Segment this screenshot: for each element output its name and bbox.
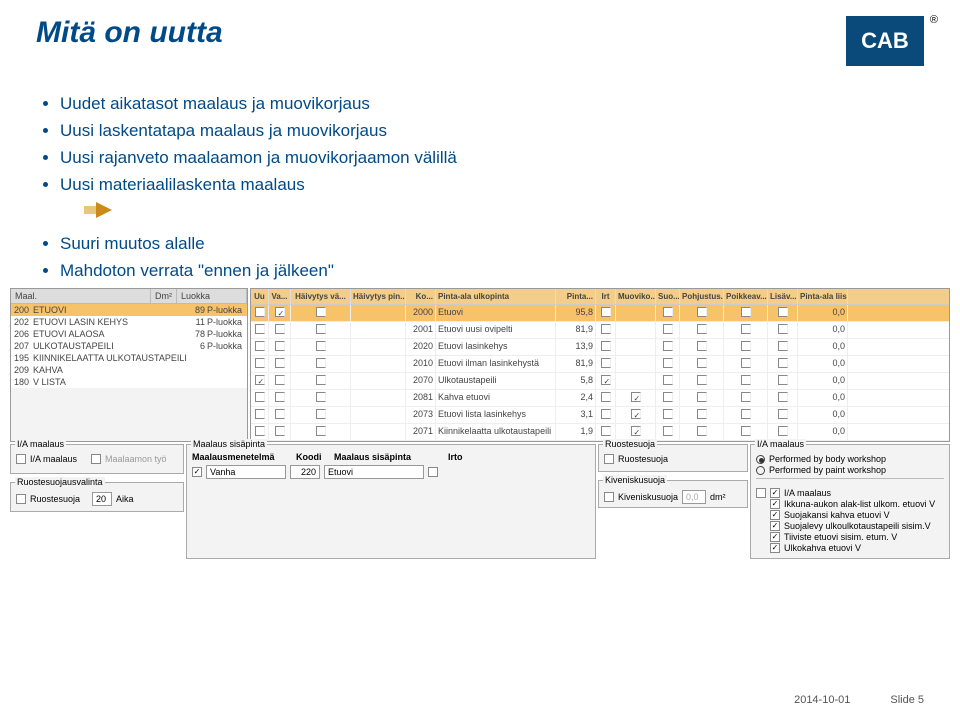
rs-checkbox[interactable]: [16, 494, 26, 504]
bullet-item: Suuri muutos alalle: [60, 234, 924, 254]
screenshot-area: Maal. Dm² Luokka 200ETUOVI89P-luokka202E…: [10, 288, 950, 442]
checklist-item[interactable]: ✓Tiiviste etuovi sisim. etum. V: [770, 532, 944, 542]
list-item[interactable]: 206ETUOVI ALAOSA78P-luokka: [11, 328, 247, 340]
list-item[interactable]: 207ULKOTAUSTAPEILI6P-luokka: [11, 340, 247, 352]
list-item[interactable]: 180V LISTA: [11, 376, 247, 388]
table-row[interactable]: 2073Etuovi lista lasinkehys3,1✓0,0: [251, 407, 949, 424]
table-row[interactable]: 2020Etuovi lasinkehys13,90,0: [251, 339, 949, 356]
checklist-item[interactable]: ✓Ikkuna-aukon alak-list ulkom. etuovi V: [770, 499, 944, 509]
bullet-item: Uusi materiaalilaskenta maalaus: [60, 175, 924, 195]
table-row[interactable]: 2071Kiinnikelaatta ulkotaustapeili1,9✓0,…: [251, 424, 949, 441]
list-item[interactable]: 202ETUOVI LASIN KEHYS11P-luokka: [11, 316, 247, 328]
bullet-item: Uusi rajanveto maalaamon ja muovikorjaam…: [60, 148, 924, 168]
checklist-item[interactable]: ✓Ulkokahva etuovi V: [770, 543, 944, 553]
registered-icon: ®: [930, 14, 938, 26]
ia-checkbox[interactable]: [16, 454, 26, 464]
checklist-item[interactable]: ✓Suojakansi kahva etuovi V: [770, 510, 944, 520]
list-item[interactable]: 195KIINNIKELAATTA ULKOTAUSTAPEILI: [11, 352, 247, 364]
arrow-icon: [96, 202, 112, 218]
bullet-item: Uusi laskentatapa maalaus ja muovikorjau…: [60, 121, 924, 141]
bullet-item: Uudet aikatasot maalaus ja muovikorjaus: [60, 94, 924, 114]
table-row[interactable]: ✓2000Etuovi95,80,0: [251, 305, 949, 322]
left-list: Maal. Dm² Luokka 200ETUOVI89P-luokka202E…: [10, 288, 248, 442]
list-item[interactable]: 209KAHVA: [11, 364, 247, 376]
right-grid: UuVa...Häivytys vä...Häivytys pin...Ko..…: [250, 288, 950, 442]
table-row[interactable]: 2001Etuovi uusi ovipelti81,90,0: [251, 322, 949, 339]
table-row[interactable]: 2081Kahva etuovi2,4✓0,0: [251, 390, 949, 407]
checklist-item[interactable]: ✓Suojalevy ulkoulkotaustapeili sisim.V: [770, 521, 944, 531]
page-title: Mitä on uutta: [36, 16, 223, 50]
table-row[interactable]: 2010Etuovi ilman lasinkehystä81,90,0: [251, 356, 949, 373]
list-item[interactable]: 200ETUOVI89P-luokka: [11, 304, 247, 316]
logo: CAB ®: [846, 16, 924, 66]
bullet-content: Uudet aikatasot maalaus ja muovikorjaus U…: [0, 76, 960, 281]
bottom-panels: I/A maalaus I/A maalaus Maalaamon työ Ru…: [10, 444, 950, 559]
bullet-item: Mahdoton verrata "ennen ja jälkeen": [60, 261, 924, 281]
footer: 2014-10-01 Slide 5: [794, 694, 924, 706]
table-row[interactable]: ✓2070Ulkotaustapeili5,8✓0,0: [251, 373, 949, 390]
